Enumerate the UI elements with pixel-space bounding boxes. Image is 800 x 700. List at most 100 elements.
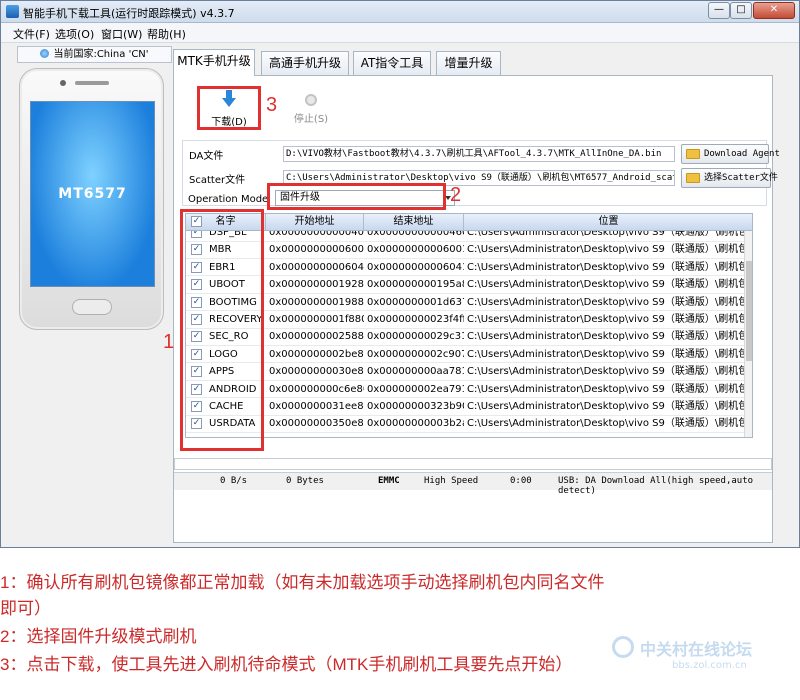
partition-table: ✓DSP_BL0x00000000000400000x0000000000046…: [185, 213, 753, 438]
stop-button[interactable]: 停止(S): [289, 92, 333, 128]
download-agent-label: Download Agent: [704, 149, 780, 159]
start-address: 0x0000000000604000: [269, 261, 364, 273]
end-address: 0x000000000aa781ef: [367, 366, 464, 378]
da-file-path[interactable]: D:\VIVO教材\Fastboot教材\4.3.7\刷机工具\AFTool_4…: [283, 146, 675, 162]
home-key: [72, 299, 112, 315]
select-scatter-button[interactable]: 选择Scatter文件: [681, 168, 778, 188]
watermark-text: 中关村在线论坛: [640, 640, 753, 659]
tab-incremental-upgrade[interactable]: 增量升级: [436, 51, 501, 75]
app-icon: [6, 5, 19, 18]
minimize-button[interactable]: —: [708, 2, 730, 19]
folder-icon: [686, 149, 700, 159]
close-button[interactable]: ✕: [753, 2, 795, 19]
start-address: 0x00000000350e8000: [269, 418, 364, 430]
end-address: 0x00000000023f4fff: [367, 314, 464, 325]
status-usb-speed: High Speed: [424, 476, 479, 486]
camera-icon: [60, 80, 66, 86]
start-address: 0x0000000000600000: [269, 244, 364, 256]
title-bar: 智能手机下载工具(运行时跟踪模式) v4.3.7 — □ ✕: [1, 1, 799, 23]
vertical-scrollbar[interactable]: [744, 231, 752, 437]
status-speed: 0 B/s: [220, 476, 248, 486]
table-row[interactable]: ✓MBR0x00000000006000000x00000000006001ff…: [186, 241, 752, 259]
table-row[interactable]: ✓SEC_RO0x00000000025880000x00000000029c3…: [186, 328, 752, 346]
status-time: 0:00: [510, 476, 532, 486]
maximize-button[interactable]: □: [730, 2, 752, 19]
annotation-box-download: [197, 86, 261, 130]
speaker-grille: [75, 81, 109, 85]
header-location[interactable]: 位置: [464, 214, 752, 231]
folder-icon: [686, 173, 700, 183]
table-row[interactable]: ✓RECOVERY0x0000000001f880000x00000000023…: [186, 311, 752, 329]
file-location: C:\Users\Administrator\Desktop\vivo S9（联…: [467, 401, 746, 412]
tab-mtk-upgrade[interactable]: MTK手机升级: [173, 49, 255, 76]
menu-window[interactable]: 窗口(W): [101, 26, 142, 42]
menu-options[interactable]: 选项(O): [55, 26, 94, 42]
download-agent-button[interactable]: Download Agent: [681, 144, 780, 164]
scrollbar-thumb[interactable]: [746, 261, 752, 361]
annotation-box-mode: [267, 183, 446, 210]
menu-file[interactable]: 文件(F): [13, 26, 50, 42]
end-address: 0x0000000001d637ff: [367, 296, 464, 308]
file-location: C:\Users\Administrator\Desktop\vivo S9（联…: [467, 383, 746, 395]
select-scatter-label: 选择Scatter文件: [704, 173, 778, 183]
status-mode: USB: DA Download All(high speed,auto det…: [558, 476, 754, 496]
table-row[interactable]: ✓UBOOT0x00000000019280000x000000000195a8…: [186, 276, 752, 294]
file-location: C:\Users\Administrator\Desktop\vivo S9（联…: [467, 331, 746, 343]
operation-mode-label: Operation Mode: [188, 194, 269, 205]
watermark-logo-icon: [612, 636, 634, 658]
table-row[interactable]: ✓EBR10x00000000006040000x00000000006041f…: [186, 259, 752, 277]
start-address: 0x00000000030e8000: [269, 366, 364, 378]
table-row[interactable]: ✓LOGO0x0000000002be80000x0000000002c9078…: [186, 346, 752, 364]
end-address: 0x00000000006001ff: [367, 244, 464, 256]
status-bar: 0 B/s 0 Bytes EMMC High Speed 0:00 USB: …: [174, 472, 772, 496]
phone-screen: MT6577: [30, 101, 155, 287]
start-address: 0x0000000031ee8000: [269, 401, 364, 412]
table-header: ✓ 名字 开始地址 结束地址 位置: [186, 214, 752, 231]
start-address: 0x000000000c6e8000: [269, 383, 364, 395]
annotation-box-partitions: [180, 209, 264, 451]
start-address: 0x0000000001928000: [269, 279, 364, 291]
file-location: C:\Users\Administrator\Desktop\vivo S9（联…: [467, 418, 746, 430]
da-file-label: DA文件: [189, 151, 224, 162]
tab-qualcomm-upgrade[interactable]: 高通手机升级: [261, 51, 349, 75]
file-location: C:\Users\Administrator\Desktop\vivo S9（联…: [467, 366, 746, 378]
start-address: 0x0000000001988000: [269, 296, 364, 308]
forum-watermark: 中关村在线论坛 bbs.zol.com.cn: [612, 636, 792, 696]
note-line-4: 3：点击下载，使工具先进入刷机待命模式（MTK手机刷机工具要先点开始）: [0, 655, 573, 674]
table-row[interactable]: ✓ANDROID0x000000000c6e80000x000000002ea7…: [186, 381, 752, 399]
menu-help[interactable]: 帮助(H): [147, 26, 186, 42]
file-location: C:\Users\Administrator\Desktop\vivo S9（联…: [467, 279, 746, 291]
tab-at-command[interactable]: AT指令工具: [353, 51, 431, 75]
table-row[interactable]: ✓APPS0x00000000030e80000x000000000aa781e…: [186, 363, 752, 381]
start-address: 0x0000000002be8000: [269, 348, 364, 360]
table-row[interactable]: ✓BOOTIMG0x00000000019880000x0000000001d6…: [186, 294, 752, 312]
annotation-number-1: 1: [163, 331, 175, 353]
header-end-address[interactable]: 结束地址: [364, 214, 464, 231]
globe-icon: [40, 49, 50, 58]
country-indicator: 当前国家:China 'CN': [17, 46, 172, 63]
file-location: C:\Users\Administrator\Desktop\vivo S9（联…: [467, 261, 746, 273]
file-location: C:\Users\Administrator\Desktop\vivo S9（联…: [467, 244, 746, 256]
end-address: 0x00000000029c318f: [367, 331, 464, 343]
file-location: C:\Users\Administrator\Desktop\vivo S9（联…: [467, 314, 746, 325]
phone-model: MT6577: [58, 186, 127, 202]
end-address: 0x000000000195a857: [367, 279, 464, 291]
start-address: 0x0000000001f88000: [269, 314, 364, 325]
scatter-file-label: Scatter文件: [189, 175, 246, 186]
mtk-panel: 下载(D) 3 停止(S) DA文件 D:\VIVO教材\Fastboot教材\…: [173, 75, 780, 543]
note-line-1: 1：确认所有刷机包镜像都正常加载（如有未加载选项手动选择刷机包内同名文件: [0, 573, 605, 592]
stop-icon: [305, 94, 317, 106]
country-text: 当前国家:China 'CN': [53, 49, 149, 60]
annotation-number-2: 2: [450, 184, 462, 206]
phone-image: MT6577: [19, 68, 164, 330]
app-window: 智能手机下载工具(运行时跟踪模式) v4.3.7 — □ ✕ 文件(F) 选项(…: [0, 0, 800, 548]
table-row[interactable]: ✓USRDATA0x00000000350e80000x00000000003b…: [186, 415, 752, 433]
end-address: 0x000000002ea791f7: [367, 383, 464, 395]
table-row[interactable]: ✓CACHE0x0000000031ee80000x00000000323b90…: [186, 398, 752, 416]
end-address: 0x00000000323b9087: [367, 401, 464, 412]
status-bytes: 0 Bytes: [286, 476, 324, 486]
file-location: C:\Users\Administrator\Desktop\vivo S9（联…: [467, 296, 746, 308]
progress-bar: [174, 458, 772, 470]
menu-bar: 文件(F) 选项(O) 窗口(W) 帮助(H): [1, 23, 799, 43]
header-start-address[interactable]: 开始地址: [266, 214, 364, 231]
